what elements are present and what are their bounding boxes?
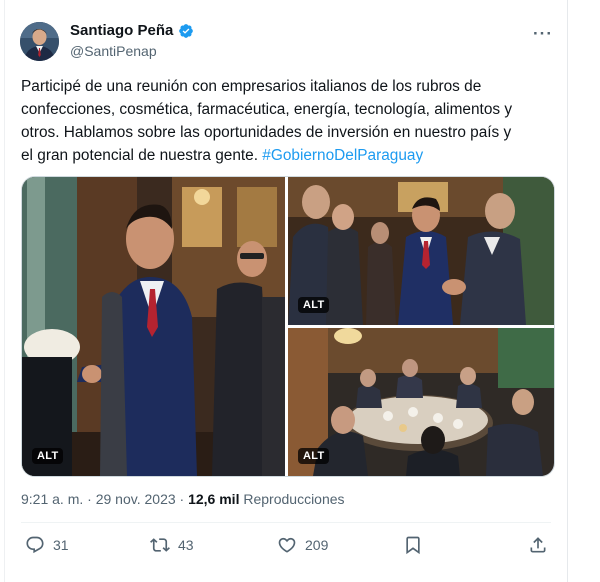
reply-button[interactable]: 31 — [25, 535, 69, 555]
alt-badge[interactable]: ALT — [298, 297, 330, 313]
meta-separator: · — [83, 491, 96, 507]
reply-icon — [25, 535, 45, 555]
more-icon[interactable]: ··· — [533, 24, 553, 44]
verified-badge-icon — [178, 23, 194, 39]
hashtag-link[interactable]: #GobiernoDelParaguay — [262, 147, 423, 164]
like-count: 209 — [305, 537, 329, 553]
photo-handshake-group[interactable]: ALT — [288, 177, 554, 325]
tweet-line: confecciones, cosmética, farmacéutica, e… — [21, 101, 513, 118]
tweet-date[interactable]: 29 nov. 2023 — [96, 491, 176, 507]
meta-separator: · — [175, 491, 189, 507]
photo-handshake-entrance[interactable]: ALT — [22, 177, 285, 476]
action-bar: 31 43 209 — [0, 535, 600, 561]
views-count: 12,6 mil — [188, 491, 240, 507]
repost-count: 43 — [178, 537, 194, 553]
like-button[interactable]: 209 — [277, 535, 328, 555]
left-edge — [4, 0, 5, 582]
photo-meeting-table[interactable]: ALT — [288, 328, 554, 476]
repost-icon — [150, 535, 170, 555]
views-label: Reproducciones — [243, 491, 345, 507]
tweet-meta: 9:21 a. m. · 29 nov. 2023 · 12,6 mil Rep… — [21, 491, 345, 507]
tweet-line: el gran potencial de nuestra gente. #Gob… — [21, 144, 551, 167]
avatar-image — [20, 22, 59, 61]
like-icon — [277, 535, 297, 555]
avatar[interactable] — [20, 22, 59, 61]
author-handle[interactable]: @SantiPenap — [70, 43, 157, 59]
photo-image — [22, 177, 285, 476]
tweet-line: otros. Hablamos sobre las oportunidades … — [21, 124, 512, 141]
author-display-name[interactable]: Santiago Peña — [70, 22, 173, 39]
share-icon — [528, 535, 548, 555]
alt-badge[interactable]: ALT — [298, 448, 330, 464]
author-name-row: Santiago Peña — [70, 22, 194, 39]
divider — [21, 522, 551, 523]
tweet-line: Participé de una reunión con empresarios… — [21, 78, 482, 95]
alt-badge[interactable]: ALT — [32, 448, 64, 464]
media-grid: ALT ALT ALT — [21, 176, 555, 477]
share-button[interactable] — [528, 535, 548, 555]
repost-button[interactable]: 43 — [150, 535, 194, 555]
bookmark-button[interactable] — [403, 535, 423, 555]
bookmark-icon — [403, 535, 423, 555]
tweet-text: Participé de una reunión con empresarios… — [21, 75, 551, 167]
tweet-time[interactable]: 9:21 a. m. — [21, 491, 83, 507]
tweet-line-text: el gran potencial de nuestra gente. — [21, 147, 263, 164]
right-edge — [567, 0, 568, 582]
reply-count: 31 — [53, 537, 69, 553]
